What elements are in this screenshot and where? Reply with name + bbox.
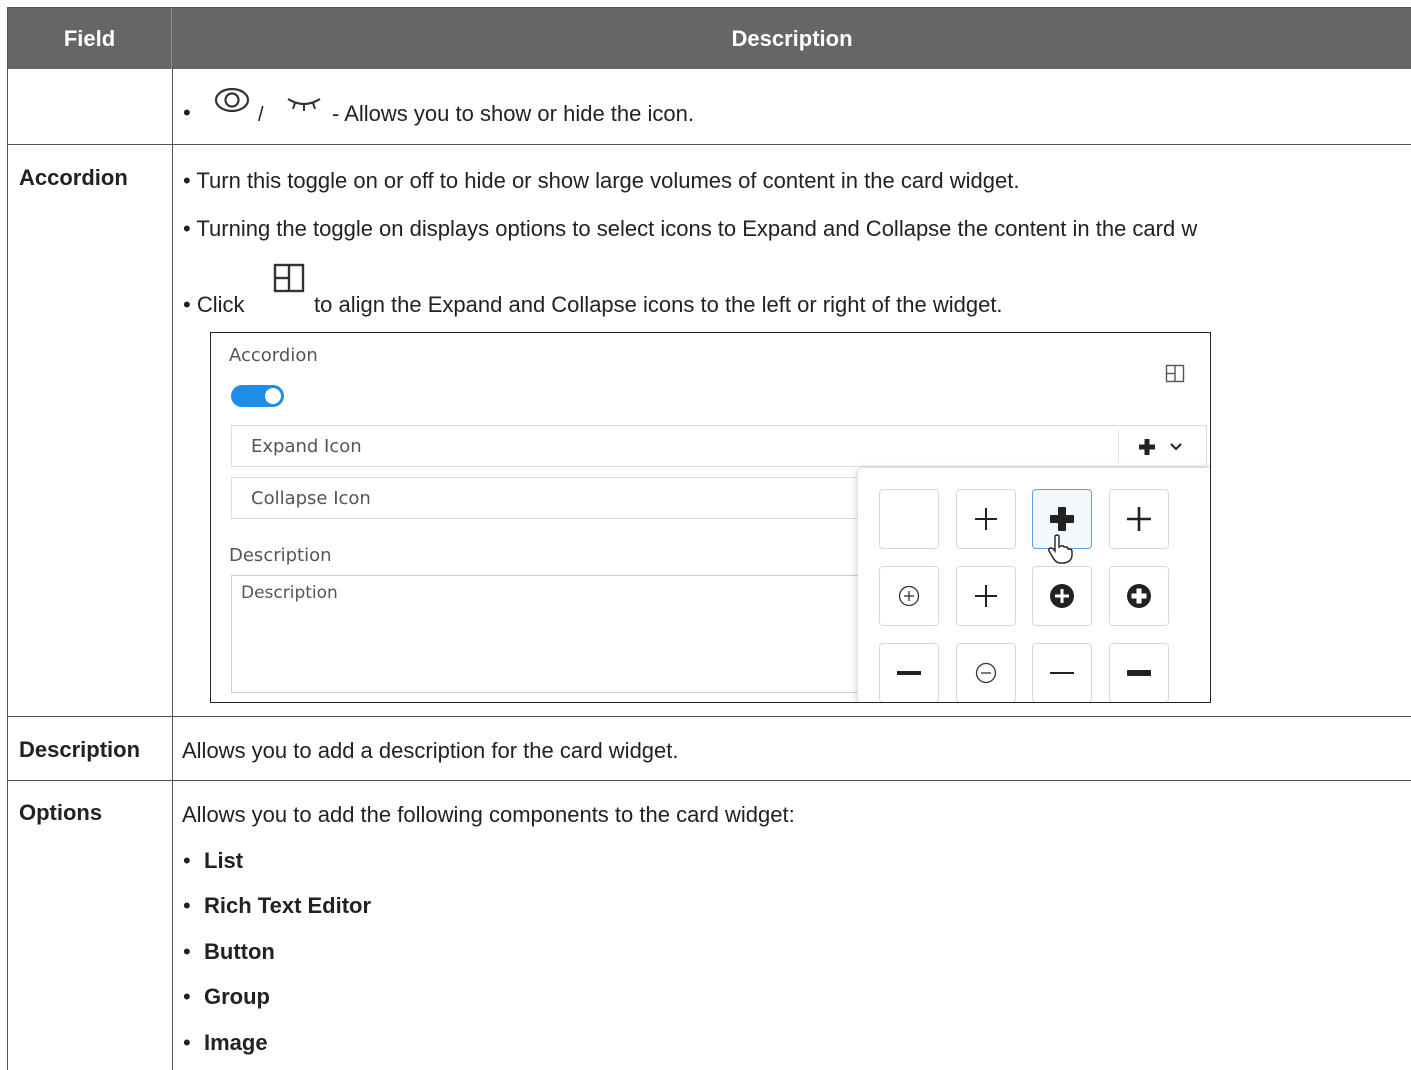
field-separator: [1118, 430, 1119, 464]
bullet: •: [183, 939, 191, 964]
plus-thin-icon: [975, 585, 997, 607]
row-divider: [8, 144, 1411, 145]
description-label: Description: [229, 545, 332, 566]
plus-medium-icon: [1127, 507, 1151, 531]
minus-thin-icon: [1050, 672, 1074, 674]
accordion-bullet-2: • Turning the toggle on displays options…: [183, 216, 1198, 241]
icon-separator: /: [258, 104, 264, 126]
icon-option-plus-medium[interactable]: [1109, 489, 1169, 549]
toggle-knob: [265, 388, 281, 404]
plus-circle-filled-icon: [1050, 584, 1074, 608]
plus-bold-icon: [1139, 439, 1155, 455]
icon-option-plus-circle-filled[interactable]: [1032, 566, 1092, 626]
field-options: Options: [19, 800, 103, 825]
bullet: •: [183, 984, 191, 1009]
header-field: Field: [8, 8, 172, 69]
expand-icon-label: Expand Icon: [251, 436, 362, 457]
icon-option-empty[interactable]: [879, 489, 939, 549]
plus-circle-filled-bold-icon: [1127, 584, 1151, 608]
description-text: Allows you to add a description for the …: [182, 738, 679, 763]
icon-picker-popup: [857, 467, 1210, 702]
align-layout-icon[interactable]: [1165, 364, 1185, 383]
bullet: •: [183, 893, 191, 918]
accordion-title: Accordion: [229, 345, 318, 366]
eye-icon: [214, 87, 250, 113]
field-accordion: Accordion: [19, 165, 128, 190]
accordion-toggle[interactable]: [231, 385, 284, 407]
accordion-bullet-1: • Turn this toggle on or off to hide or …: [183, 168, 1020, 193]
icon-option-minus-heavy[interactable]: [1109, 643, 1169, 702]
properties-table: Field Description • / - Allows you to sh…: [7, 7, 1411, 1070]
row-icon-text: - Allows you to show or hide the icon.: [332, 101, 694, 126]
align-layout-icon: [273, 263, 305, 293]
accordion-settings-panel: Accordion Expand Icon Collapse Icon Desc…: [210, 332, 1211, 703]
eye-closed-icon: [287, 98, 321, 111]
header-description: Description: [731, 26, 853, 51]
expand-icon-field[interactable]: Expand Icon: [231, 425, 1207, 467]
column-divider: [172, 69, 173, 1070]
row-divider: [8, 780, 1411, 781]
field-description: Description: [19, 737, 141, 762]
bullet: •: [183, 1030, 191, 1055]
option-item-list: List: [204, 848, 244, 873]
option-item-image: Image: [204, 1030, 268, 1055]
icon-option-minus-bold[interactable]: [879, 643, 939, 702]
icon-option-plus-thin[interactable]: [956, 489, 1016, 549]
icon-option-plus-circle-outline[interactable]: [879, 566, 939, 626]
icon-option-minus-circle-outline[interactable]: [956, 643, 1016, 702]
row-divider: [8, 716, 1411, 717]
icon-option-minus-thin[interactable]: [1032, 643, 1092, 702]
options-intro: Allows you to add the following componen…: [182, 802, 795, 827]
hand-cursor-icon: [1048, 534, 1073, 564]
description-placeholder: Description: [241, 583, 338, 603]
chevron-down-icon[interactable]: [1169, 441, 1183, 453]
accordion-bullet-3-prefix: • Click: [183, 292, 245, 317]
bullet: •: [183, 100, 191, 125]
plus-circle-outline-icon: [898, 585, 920, 607]
plus-bold-icon: [1050, 507, 1074, 531]
plus-thin-icon: [975, 508, 997, 530]
option-item-group: Group: [204, 984, 270, 1009]
bullet: •: [183, 848, 191, 873]
table-header: Field Description: [8, 8, 1411, 69]
minus-bold-icon: [897, 671, 921, 675]
accordion-bullet-3-suffix: to align the Expand and Collapse icons t…: [314, 292, 1003, 317]
option-item-rich-text-editor: Rich Text Editor: [204, 893, 372, 918]
icon-option-plus-thin-2[interactable]: [956, 566, 1016, 626]
minus-heavy-icon: [1127, 670, 1151, 676]
option-item-button: Button: [204, 939, 275, 964]
minus-circle-outline-icon: [975, 662, 997, 684]
collapse-icon-label: Collapse Icon: [251, 488, 371, 509]
icon-option-plus-circle-filled-bold[interactable]: [1109, 566, 1169, 626]
